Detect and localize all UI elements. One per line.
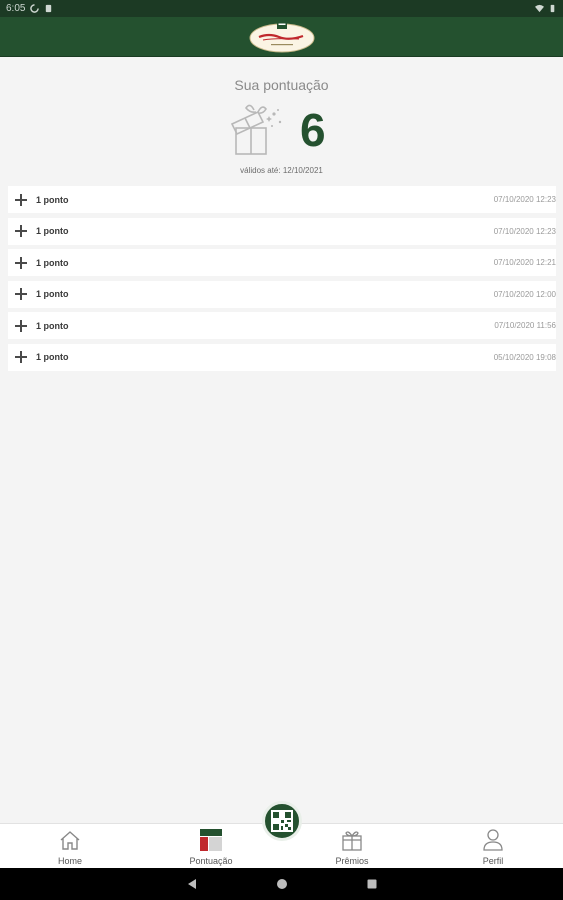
- status-time: 6:05: [6, 3, 26, 14]
- points-list: 1 ponto 07/10/2020 12:23 1 ponto 07/10/2…: [8, 186, 556, 376]
- plus-icon: [15, 351, 27, 364]
- points-label: 1 ponto: [36, 352, 69, 363]
- person-icon: [483, 829, 503, 851]
- list-item[interactable]: 1 ponto 07/10/2020 12:00: [8, 280, 556, 308]
- sync-icon: [30, 4, 40, 13]
- brand-logo: [249, 21, 314, 52]
- nav-profile-label: Perfil: [482, 856, 504, 866]
- list-item[interactable]: 1 ponto 07/10/2020 12:23: [8, 186, 556, 213]
- list-item[interactable]: 1 ponto 05/10/2020 19:08: [8, 343, 556, 371]
- points-label: 1 ponto: [36, 289, 69, 300]
- home-icon: [60, 831, 80, 850]
- nav-home[interactable]: Home: [25, 824, 115, 869]
- points-label: 1 ponto: [36, 226, 69, 237]
- home-circle-icon[interactable]: [276, 878, 288, 890]
- plus-icon: [15, 225, 27, 238]
- status-bar: 6:05: [0, 0, 563, 17]
- valid-until-text: válidos até: 12/10/2021: [240, 166, 323, 175]
- points-date: 07/10/2020 12:23: [493, 195, 556, 204]
- plus-icon: [15, 193, 27, 206]
- gift-box-icon: [230, 104, 282, 155]
- points-label: 1 ponto: [36, 257, 69, 268]
- plus-icon: [15, 256, 27, 269]
- points-label: 1 ponto: [36, 194, 69, 205]
- points-date: 07/10/2020 12:23: [493, 226, 556, 236]
- list-item[interactable]: 1 ponto 07/10/2020 12:23: [8, 217, 556, 245]
- list-item[interactable]: 1 ponto 07/10/2020 12:21: [8, 249, 556, 277]
- points-label: 1 ponto: [36, 320, 69, 331]
- system-nav-bar: [0, 868, 563, 900]
- nav-prizes[interactable]: Prêmios: [307, 824, 397, 869]
- qr-scan-button[interactable]: [262, 801, 302, 841]
- gift-icon: [342, 831, 362, 851]
- nav-points-label: Pontuação: [189, 856, 233, 866]
- nav-profile[interactable]: Perfil: [448, 824, 538, 869]
- points-date: 07/10/2020 12:21: [493, 258, 556, 268]
- plus-icon: [15, 319, 27, 332]
- qr-code-icon: [271, 810, 293, 832]
- points-date: 07/10/2020 11:56: [494, 321, 556, 331]
- score-title: Sua pontuação: [234, 77, 329, 93]
- wifi-icon: [535, 4, 544, 13]
- nav-points[interactable]: Pontuação: [166, 824, 256, 869]
- back-icon[interactable]: [186, 878, 198, 890]
- score-value: 6: [300, 104, 326, 156]
- nav-home-label: Home: [57, 856, 82, 866]
- nav-prizes-label: Prêmios: [335, 856, 369, 866]
- points-date: 07/10/2020 12:00: [493, 289, 556, 299]
- sim-icon: [46, 4, 52, 13]
- battery-icon: [550, 4, 555, 13]
- list-item[interactable]: 1 ponto 07/10/2020 11:56: [8, 312, 556, 340]
- points-icon: [200, 829, 222, 851]
- points-date: 05/10/2020 19:08: [493, 352, 556, 362]
- app-bar: [0, 17, 563, 57]
- recents-icon[interactable]: [366, 878, 378, 890]
- plus-icon: [15, 288, 27, 301]
